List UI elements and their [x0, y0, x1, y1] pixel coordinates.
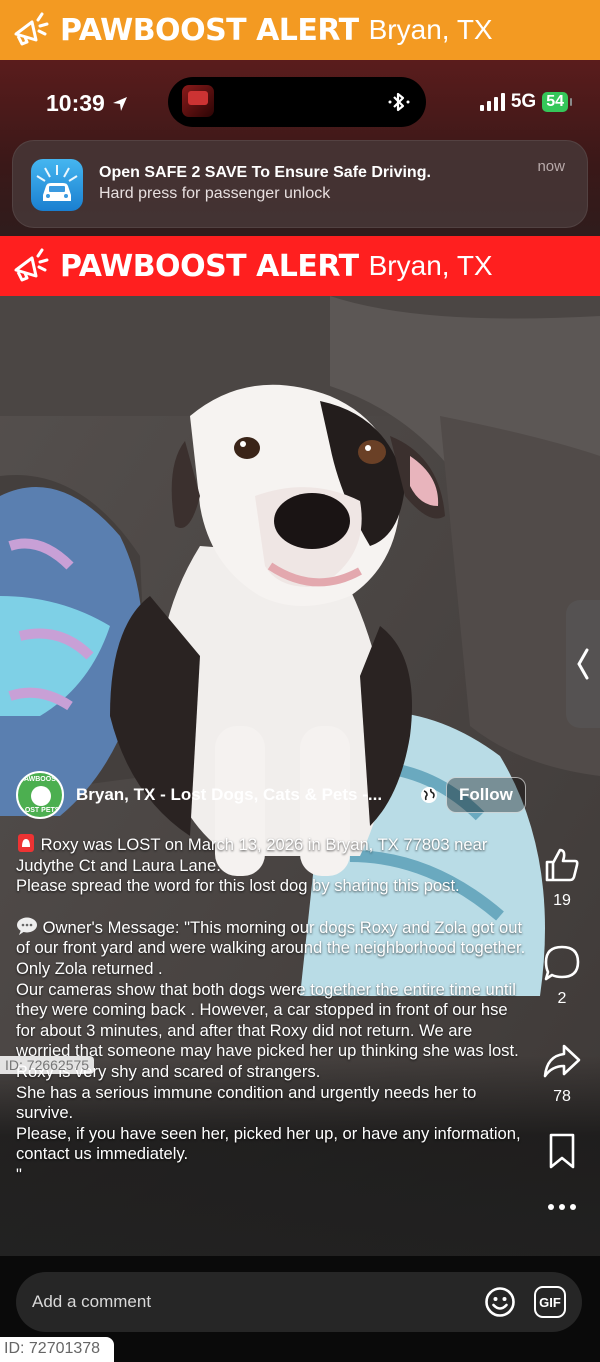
post-message-paragraph: Owner's Message: "This morning our dogs … — [16, 917, 528, 1186]
notification-time: now — [537, 158, 565, 175]
avatar-top-text: PAWBOOST — [19, 776, 61, 783]
status-time: 10:39 — [46, 90, 129, 117]
notification-title: Open SAFE 2 SAVE To Ensure Safe Driving. — [99, 164, 431, 181]
ellipsis-icon — [548, 1204, 576, 1210]
thumbs-up-icon — [545, 848, 579, 882]
speech-bubble-icon — [17, 917, 37, 935]
post-message-text: Owner's Message: "This morning our dogs … — [16, 917, 526, 1184]
group-name[interactable]: Bryan, TX - Lost Dogs, Cats & Pets -... — [76, 785, 406, 805]
notification-banner[interactable]: Open SAFE 2 SAVE To Ensure Safe Driving.… — [12, 140, 588, 228]
bookmark-icon — [549, 1133, 575, 1169]
photo-id-watermark: ID: 72662575 — [0, 1056, 95, 1074]
comment-count: 2 — [557, 990, 567, 1007]
banner-title: PAWBOOST ALERT — [60, 248, 359, 284]
car-icon — [31, 159, 83, 211]
side-panel-handle[interactable] — [566, 600, 600, 728]
group-header: PAWBOOST LOST PETS Bryan, TX - Lost Dogs… — [16, 770, 536, 820]
share-count: 78 — [553, 1088, 571, 1105]
chevron-left-icon — [577, 648, 589, 680]
share-arrow-icon — [543, 1044, 581, 1078]
clock-text: 10:39 — [46, 90, 105, 116]
dynamic-island[interactable] — [168, 77, 426, 127]
megaphone-icon — [14, 12, 49, 46]
save-action[interactable] — [532, 1132, 592, 1170]
banner-location: Bryan, TX — [368, 14, 493, 45]
comment-box: GIF — [16, 1272, 582, 1332]
comment-action[interactable]: 2 — [532, 944, 592, 1008]
like-count: 19 — [553, 892, 571, 909]
megaphone-icon — [14, 248, 49, 282]
post-caption: Roxy was LOST on March 13, 2026 in Bryan… — [16, 834, 528, 1186]
status-indicators: 5G 54 — [479, 91, 572, 113]
group-avatar[interactable]: PAWBOOST LOST PETS — [16, 771, 64, 819]
dog-face-icon — [31, 786, 51, 806]
gif-button[interactable]: GIF — [534, 1286, 566, 1318]
banner-location: Bryan, TX — [368, 250, 493, 281]
post-intro-paragraph: Roxy was LOST on March 13, 2026 in Bryan… — [16, 834, 528, 897]
top-pawboost-banner: PAWBOOST ALERT Bryan, TX — [0, 0, 600, 60]
notification-subtitle: Hard press for passenger unlock — [99, 185, 331, 202]
comment-input[interactable] — [32, 1284, 472, 1320]
follow-button[interactable]: Follow — [446, 777, 526, 813]
comment-bubble-icon — [544, 945, 580, 981]
banner-title: PAWBOOST ALERT — [60, 12, 359, 48]
like-action[interactable]: 19 — [532, 846, 592, 910]
signal-bars-icon — [479, 93, 505, 111]
globe-icon — [421, 787, 437, 803]
share-action[interactable]: 78 — [532, 1042, 592, 1106]
location-arrow-icon — [112, 96, 127, 111]
post-intro-text: Roxy was LOST on March 13, 2026 in Bryan… — [16, 835, 488, 896]
avatar-bottom-text: LOST PETS — [20, 807, 60, 814]
emoji-icon[interactable] — [484, 1286, 516, 1318]
siren-icon — [18, 834, 34, 852]
battery-indicator: 54 — [542, 92, 572, 112]
bluetooth-icon — [388, 92, 410, 112]
more-options-button[interactable] — [532, 1202, 592, 1212]
network-label: 5G — [510, 91, 537, 112]
screenshot-id-watermark: ID: 72701378 — [0, 1337, 114, 1362]
pawboost-alert-banner: PAWBOOST ALERT Bryan, TX — [0, 236, 600, 296]
now-playing-thumbnail — [182, 85, 214, 117]
